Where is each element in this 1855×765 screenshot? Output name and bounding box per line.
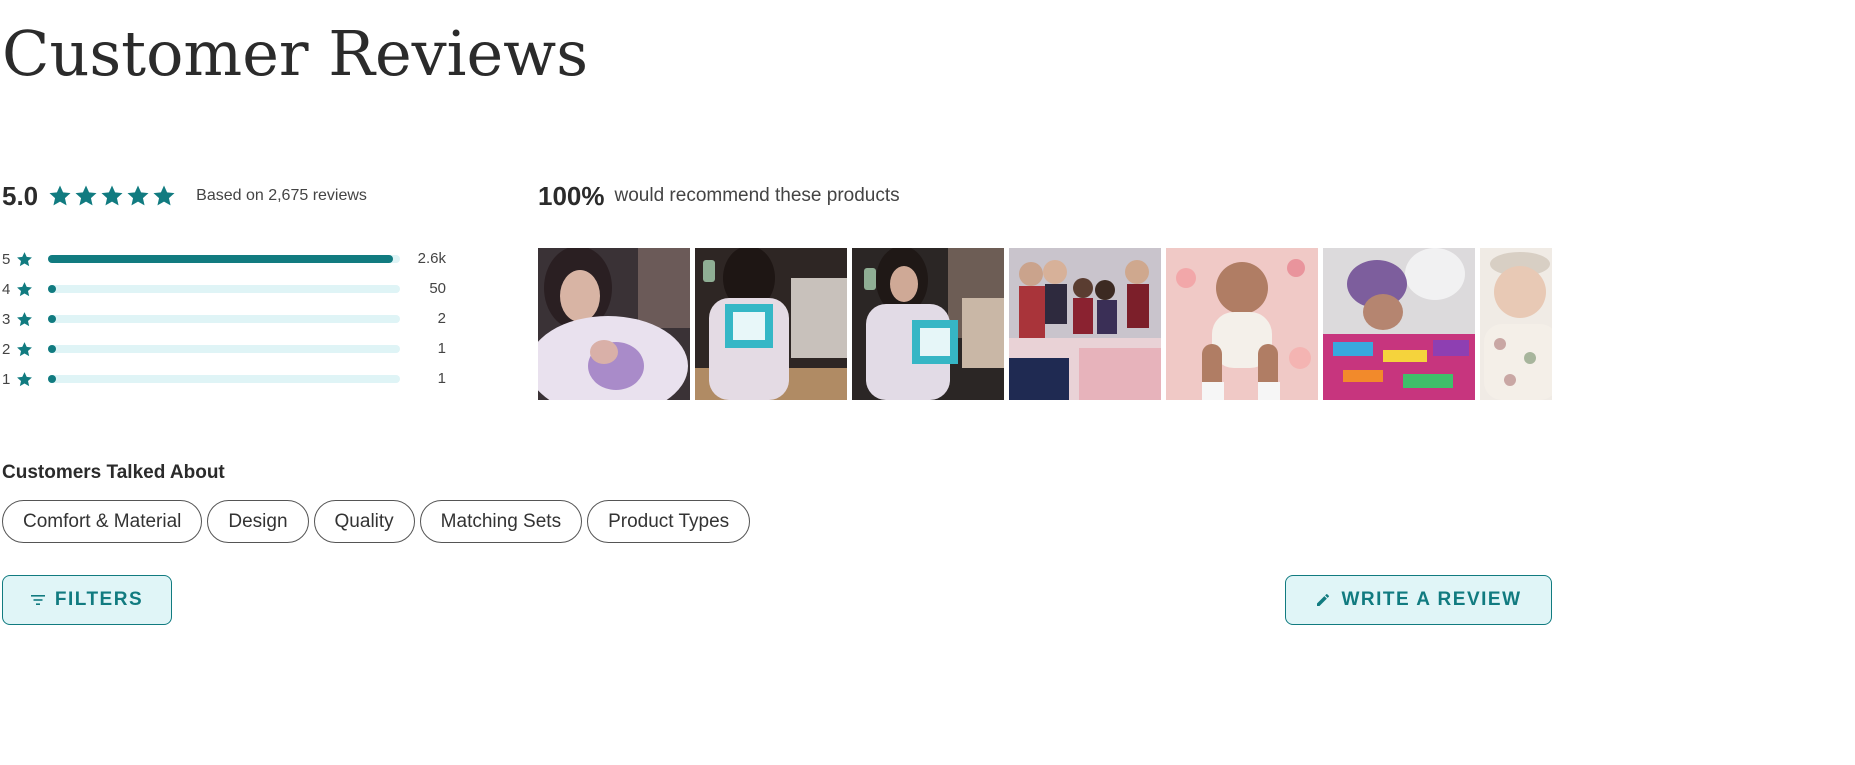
star-icon <box>17 341 32 356</box>
histogram-fill <box>48 285 56 293</box>
review-photo-4[interactable] <box>1009 248 1161 400</box>
photo-image <box>1480 248 1552 400</box>
histogram-track <box>48 285 400 293</box>
topics-heading: Customers Talked About <box>2 462 225 483</box>
histogram-star-label: 5 <box>2 250 11 268</box>
photo-image <box>1166 248 1318 400</box>
histogram-star-label: 1 <box>2 370 11 388</box>
histogram-row-5[interactable]: 5 2.6k <box>2 244 452 274</box>
histogram-star-label: 3 <box>2 310 11 328</box>
histogram-row-1[interactable]: 1 1 <box>2 364 452 394</box>
photo-image <box>538 248 690 400</box>
photo-image <box>1009 248 1161 400</box>
histogram-count: 1 <box>437 370 446 387</box>
histogram-track <box>48 255 400 263</box>
average-rating: 5.0 <box>2 180 39 211</box>
topic-pill-matching-sets[interactable]: Matching Sets <box>419 500 583 543</box>
star-icon <box>17 281 32 296</box>
photo-image <box>852 248 1004 400</box>
histogram-count: 50 <box>429 280 446 297</box>
topic-pills: Comfort & Material Design Quality Matchi… <box>2 500 751 543</box>
page-title: Customer Reviews <box>2 17 589 90</box>
recommend-text: would recommend these products <box>614 185 900 206</box>
filters-label: FILTERS <box>54 589 144 610</box>
review-photo-1[interactable] <box>538 248 690 400</box>
rating-histogram: 5 2.6k 4 50 3 2 2 1 1 1 <box>2 244 452 394</box>
review-count: Based on 2,675 reviews <box>196 187 367 204</box>
filters-button[interactable]: FILTERS <box>2 575 172 625</box>
histogram-track <box>48 375 400 383</box>
review-photo-6[interactable] <box>1323 248 1475 400</box>
photo-image <box>695 248 847 400</box>
review-photo-gallery <box>538 248 1552 400</box>
histogram-fill <box>48 255 393 263</box>
photo-image <box>1323 248 1475 400</box>
histogram-count: 2 <box>437 310 446 327</box>
write-review-button[interactable]: WRITE A REVIEW <box>1285 575 1552 625</box>
star-icon <box>127 185 149 206</box>
topic-pill-design[interactable]: Design <box>207 500 309 543</box>
topic-pill-product-types[interactable]: Product Types <box>587 500 751 543</box>
review-photo-5[interactable] <box>1166 248 1318 400</box>
recommend-percent: 100% <box>538 180 605 211</box>
histogram-count: 1 <box>437 340 446 357</box>
review-photo-3[interactable] <box>852 248 1004 400</box>
star-icon <box>101 185 123 206</box>
star-icon <box>153 185 175 206</box>
filter-lines-icon <box>30 595 45 605</box>
average-stars <box>48 184 176 208</box>
review-photo-2[interactable] <box>695 248 847 400</box>
topic-pill-comfort-material[interactable]: Comfort & Material <box>2 500 203 543</box>
star-icon <box>49 185 71 206</box>
star-icon <box>75 185 97 206</box>
write-review-label: WRITE A REVIEW <box>1341 589 1522 610</box>
star-icon <box>17 311 32 326</box>
histogram-star-label: 4 <box>2 280 11 298</box>
pencil-icon <box>1317 593 1330 606</box>
recommend-summary: 100% would recommend these products <box>538 178 900 214</box>
histogram-fill <box>48 345 56 353</box>
histogram-fill <box>48 375 56 383</box>
histogram-fill <box>48 315 56 323</box>
histogram-row-4[interactable]: 4 50 <box>2 274 452 304</box>
star-icon <box>17 371 32 386</box>
histogram-count: 2.6k <box>417 250 446 267</box>
rating-summary: 5.0 Based on 2,675 reviews <box>2 178 367 214</box>
topic-pill-quality[interactable]: Quality <box>313 500 415 543</box>
histogram-row-2[interactable]: 2 1 <box>2 334 452 364</box>
star-icon <box>17 251 32 266</box>
review-photo-7[interactable] <box>1480 248 1552 400</box>
histogram-track <box>48 345 400 353</box>
histogram-star-label: 2 <box>2 340 11 358</box>
histogram-track <box>48 315 400 323</box>
histogram-row-3[interactable]: 3 2 <box>2 304 452 334</box>
